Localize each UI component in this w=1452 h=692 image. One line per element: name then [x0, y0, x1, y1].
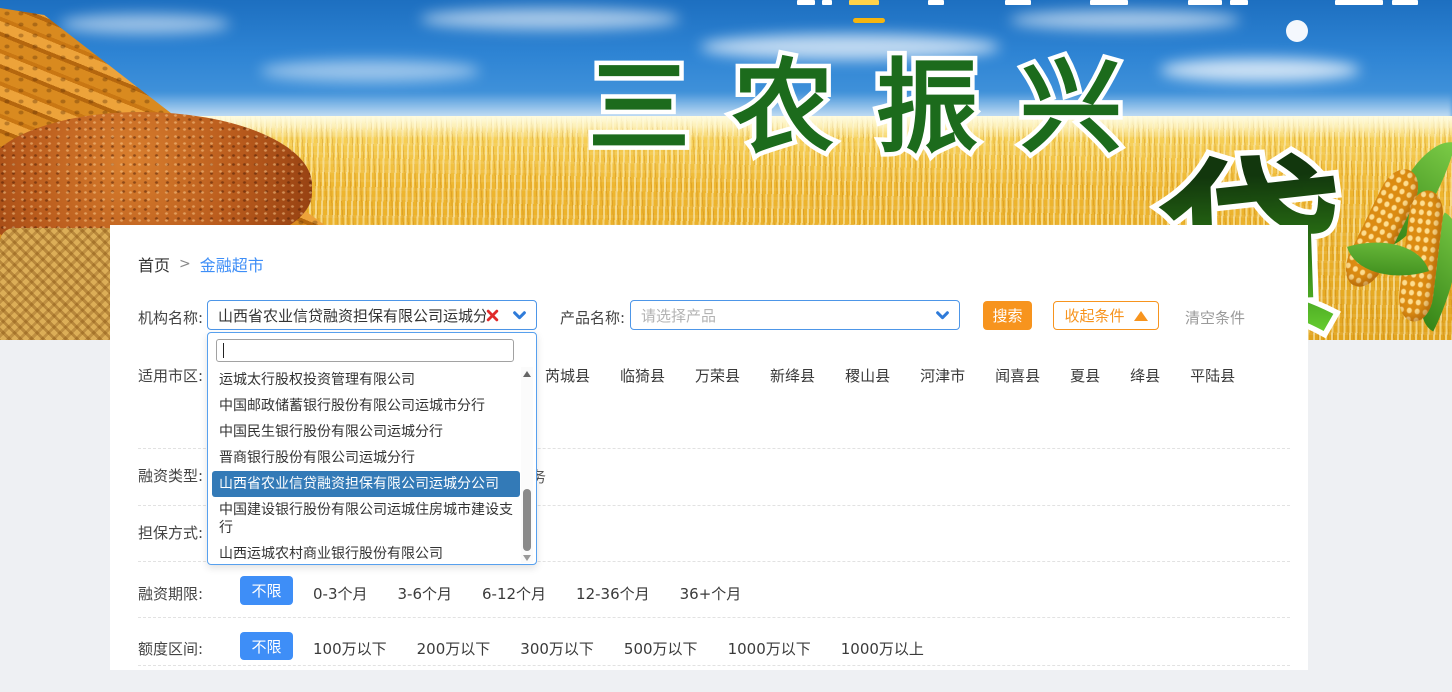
- amount-option[interactable]: 100万以下: [313, 638, 387, 659]
- nav-item-fragment[interactable]: [1188, 0, 1222, 5]
- search-button[interactable]: 搜索: [983, 301, 1032, 330]
- term-option[interactable]: 36+个月: [680, 583, 742, 604]
- guarantee-label: 担保方式:: [138, 522, 203, 543]
- financing-type-label: 融资类型:: [138, 465, 203, 486]
- institution-label: 机构名称:: [138, 307, 203, 328]
- amount-option[interactable]: 500万以下: [624, 638, 698, 659]
- region-option[interactable]: 万荣县: [695, 365, 740, 386]
- cloud-shape: [260, 60, 480, 82]
- text-caret: [223, 343, 224, 358]
- scrollbar-up-icon[interactable]: [523, 371, 531, 377]
- amount-option[interactable]: 1000万以上: [841, 638, 924, 659]
- clear-conditions-button[interactable]: 清空条件: [1185, 307, 1245, 328]
- amount-option-selected[interactable]: 不限: [240, 632, 293, 660]
- region-label: 适用市区:: [138, 365, 203, 386]
- row-divider: [138, 665, 1290, 666]
- region-option[interactable]: 新绛县: [770, 365, 815, 386]
- term-option[interactable]: 0-3个月: [313, 583, 368, 604]
- nav-item-fragment[interactable]: [1005, 0, 1031, 5]
- term-options: 0-3个月 3-6个月 6-12个月 12-36个月 36+个月: [313, 583, 741, 604]
- nav-item-fragment[interactable]: [1392, 0, 1418, 5]
- amount-option[interactable]: 200万以下: [417, 638, 491, 659]
- dropdown-list: 运城太行股权投资管理有限公司 中国邮政储蓄银行股份有限公司运城市分行 中国民生银…: [210, 367, 522, 562]
- breadcrumb: 首页 > 金融超市: [138, 252, 264, 276]
- institution-select-value: 山西省农业信贷融资担保有限公司运城分公司: [218, 305, 486, 326]
- amount-label: 额度区间:: [138, 638, 203, 659]
- term-option[interactable]: 3-6个月: [398, 583, 453, 604]
- dropdown-item-selected[interactable]: 山西省农业信贷融资担保有限公司运城分公司: [212, 471, 520, 497]
- amount-options: 100万以下 200万以下 300万以下 500万以下 1000万以下 1000…: [313, 638, 924, 659]
- dropdown-search-input[interactable]: [216, 339, 514, 362]
- chevron-down-icon[interactable]: [513, 311, 526, 320]
- dropdown-item[interactable]: 晋商银行股份有限公司运城分行: [210, 445, 522, 471]
- term-option[interactable]: 6-12个月: [482, 583, 546, 604]
- institution-select[interactable]: 山西省农业信贷融资担保有限公司运城分公司: [207, 300, 537, 330]
- region-option[interactable]: 夏县: [1070, 365, 1100, 386]
- region-option[interactable]: 闻喜县: [995, 365, 1040, 386]
- term-label: 融资期限:: [138, 583, 203, 604]
- product-select-placeholder: 请选择产品: [641, 305, 936, 326]
- amount-option[interactable]: 300万以下: [520, 638, 594, 659]
- institution-dropdown-panel: 运城太行股权投资管理有限公司 中国邮政储蓄银行股份有限公司运城市分行 中国民生银…: [207, 332, 537, 565]
- page: 三农振兴 三农振兴 贷 贷 首页 > 金融超市 机构名称: 山西省农业信贷融资担…: [0, 0, 1452, 692]
- banner-title-text: 三农振兴: [588, 50, 1164, 167]
- product-label: 产品名称:: [560, 307, 625, 328]
- breadcrumb-separator: >: [179, 256, 191, 272]
- region-option[interactable]: 临猗县: [620, 365, 665, 386]
- nav-item-fragment[interactable]: [1230, 0, 1248, 5]
- collapse-conditions-label: 收起条件: [1064, 305, 1124, 326]
- collapse-up-icon: [1134, 311, 1148, 321]
- nav-item-fragment[interactable]: [1090, 0, 1128, 5]
- scrollbar-thumb[interactable]: [523, 489, 531, 551]
- nav-item-fragment[interactable]: [1335, 0, 1383, 5]
- cloud-dot: [1286, 20, 1308, 42]
- nav-item-fragment[interactable]: [797, 0, 815, 5]
- nav-item-fragment[interactable]: [822, 0, 832, 5]
- dropdown-item[interactable]: 山西运城农村商业银行股份有限公司: [210, 541, 522, 562]
- region-options: 芮城县 临猗县 万荣县 新绛县 稷山县 河津市 闻喜县 夏县 绛县 平陆县: [545, 365, 1235, 386]
- nav-active-underline: [853, 18, 885, 23]
- chevron-down-icon[interactable]: [936, 311, 949, 320]
- collapse-conditions-button[interactable]: 收起条件: [1053, 301, 1159, 330]
- cloud-shape: [60, 14, 230, 34]
- dropdown-scrollbar[interactable]: [521, 367, 533, 563]
- region-option[interactable]: 芮城县: [545, 365, 590, 386]
- nav-item-fragment-active[interactable]: [849, 0, 879, 5]
- dropdown-item[interactable]: 中国邮政储蓄银行股份有限公司运城市分行: [210, 393, 522, 419]
- region-option[interactable]: 绛县: [1130, 365, 1160, 386]
- breadcrumb-current-link[interactable]: 金融超市: [200, 252, 264, 276]
- clear-value-icon[interactable]: [486, 309, 499, 322]
- term-option-selected[interactable]: 不限: [240, 576, 293, 605]
- product-select[interactable]: 请选择产品: [630, 300, 960, 330]
- cloud-shape: [1010, 10, 1240, 30]
- term-option[interactable]: 12-36个月: [576, 583, 650, 604]
- dropdown-item[interactable]: 中国建设银行股份有限公司运城住房城市建设支行: [210, 497, 522, 541]
- amount-option[interactable]: 1000万以下: [728, 638, 811, 659]
- nav-item-fragment[interactable]: [928, 0, 944, 5]
- region-option[interactable]: 稷山县: [845, 365, 890, 386]
- region-option[interactable]: 河津市: [920, 365, 965, 386]
- breadcrumb-home-link[interactable]: 首页: [138, 252, 170, 276]
- dropdown-item[interactable]: 运城太行股权投资管理有限公司: [210, 367, 522, 393]
- cloud-shape: [420, 8, 680, 30]
- scrollbar-down-icon[interactable]: [523, 555, 531, 561]
- row-divider: [138, 617, 1290, 618]
- dropdown-item[interactable]: 中国民生银行股份有限公司运城分行: [210, 419, 522, 445]
- region-option[interactable]: 平陆县: [1190, 365, 1235, 386]
